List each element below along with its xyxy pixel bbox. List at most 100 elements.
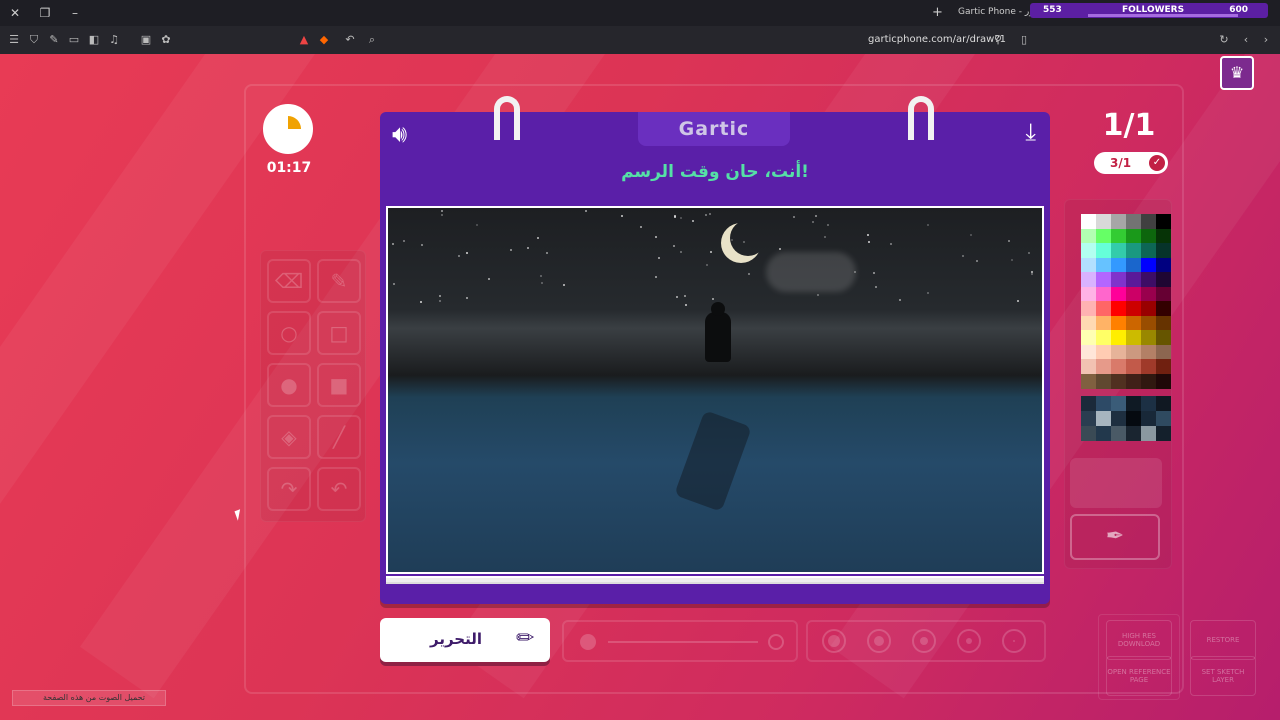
download-icon[interactable]: ⤓ [1025,118,1036,146]
brush-size-1[interactable] [1002,629,1026,653]
tabs-icon[interactable]: ▭ [66,32,82,48]
pin-icon[interactable]: ✎ [46,32,62,48]
color-swatch[interactable] [1096,286,1111,302]
color-swatch[interactable] [1081,272,1096,287]
recent-color-swatch[interactable] [1111,396,1126,411]
color-swatch[interactable] [1096,301,1111,316]
color-swatch[interactable] [1126,330,1141,345]
extension-icon[interactable]: ✿ [158,32,174,48]
color-swatch[interactable] [1126,228,1141,244]
recent-color-swatch[interactable] [1111,426,1126,441]
color-swatch[interactable] [1111,344,1126,360]
back-icon[interactable]: ‹ [1238,32,1254,48]
color-swatch[interactable] [1096,344,1111,360]
address-bar[interactable]: garticphone.com/ar/draw?1 [868,34,1006,45]
recent-color-swatch[interactable] [1126,426,1141,441]
color-swatch[interactable] [1141,214,1156,229]
color-swatch[interactable] [1141,344,1156,360]
recent-color-swatch[interactable] [1096,396,1111,411]
brush-size-3[interactable] [912,629,936,653]
brave-icon[interactable]: ◆ [316,32,332,48]
pencil-tool-icon[interactable]: ✎ [317,259,361,303]
color-swatch[interactable] [1111,286,1126,302]
color-swatch[interactable] [1081,301,1096,316]
done-button[interactable]: التحرير ✏︎ [380,618,550,662]
color-swatch[interactable] [1156,330,1171,345]
color-swatch[interactable] [1141,257,1156,273]
recent-color-swatch[interactable] [1156,426,1171,441]
ellipse-fill-tool-icon[interactable]: ● [267,363,311,407]
color-swatch[interactable] [1111,272,1126,287]
opacity-track[interactable] [608,641,758,643]
color-swatch[interactable] [1126,301,1141,316]
restore-button[interactable]: RESTORE [1190,620,1256,660]
undo-icon[interactable]: ↶ [342,32,358,48]
color-swatch[interactable] [1081,344,1096,360]
color-swatch[interactable] [1156,272,1171,287]
new-tab-icon[interactable]: + [932,5,943,20]
eyedropper-icon[interactable]: ✒ [1070,514,1160,560]
color-swatch[interactable] [1156,373,1171,389]
color-swatch[interactable] [1126,214,1141,229]
color-swatch[interactable] [1141,373,1156,389]
recent-color-swatch[interactable] [1126,396,1141,411]
color-swatch[interactable] [1126,315,1141,331]
bucket-tool-icon[interactable]: ◈ [267,415,311,459]
recent-color-swatch[interactable] [1141,411,1156,426]
recent-color-swatch[interactable] [1141,396,1156,411]
color-swatch[interactable] [1141,315,1156,331]
recent-color-swatch[interactable] [1156,411,1171,426]
brush-size-4[interactable] [867,629,891,653]
minimize-icon[interactable]: – [66,4,84,22]
recent-color-swatch[interactable] [1111,411,1126,426]
music-icon[interactable]: ♫ [106,32,122,48]
color-swatch[interactable] [1141,228,1156,244]
screenshot-icon[interactable]: ▣ [138,32,154,48]
color-swatch[interactable] [1111,373,1126,389]
reload-icon[interactable]: ↻ [1216,32,1232,48]
color-swatch[interactable] [1141,330,1156,345]
color-swatch[interactable] [1111,301,1126,316]
trophy-icon[interactable]: ♛ [1220,56,1254,90]
color-swatch[interactable] [1096,359,1111,374]
color-swatch[interactable] [1126,359,1141,374]
color-swatch[interactable] [1126,272,1141,287]
sidebar-icon[interactable]: ◧ [86,32,102,48]
brush-size-2[interactable] [957,629,981,653]
recent-color-swatch[interactable] [1081,411,1096,426]
color-swatch[interactable] [1081,286,1096,302]
color-swatch[interactable] [1096,228,1111,244]
undo-tool-icon[interactable]: ↶ [317,467,361,511]
set-sketch-layer-button[interactable]: SET SKETCH LAYER [1190,656,1256,696]
open-reference-button[interactable]: OPEN REFERENCE PAGE [1106,656,1172,696]
color-swatch[interactable] [1096,257,1111,273]
line-tool-icon[interactable]: ╱ [317,415,361,459]
color-swatch[interactable] [1156,301,1171,316]
color-swatch[interactable] [1156,286,1171,302]
color-swatch[interactable] [1111,359,1126,374]
color-swatch[interactable] [1126,257,1141,273]
color-swatch[interactable] [1096,330,1111,345]
color-swatch[interactable] [1096,214,1111,229]
color-swatch[interactable] [1156,344,1171,360]
eraser-tool-icon[interactable]: ⌫ [267,259,311,303]
color-swatch[interactable] [1141,272,1156,287]
recent-color-swatch[interactable] [1141,426,1156,441]
opacity-slider[interactable] [562,620,798,662]
color-swatch[interactable] [1096,243,1111,258]
color-swatch[interactable] [1126,344,1141,360]
color-swatch[interactable] [1156,228,1171,244]
color-swatch[interactable] [1111,243,1126,258]
color-swatch[interactable] [1096,315,1111,331]
color-swatch[interactable] [1111,330,1126,345]
recent-color-swatch[interactable] [1096,411,1111,426]
color-swatch[interactable] [1081,228,1096,244]
color-swatch[interactable] [1156,315,1171,331]
color-swatch[interactable] [1156,214,1171,229]
color-swatch[interactable] [1111,257,1126,273]
color-swatch[interactable] [1141,243,1156,258]
color-swatch[interactable] [1141,286,1156,302]
bookmark-icon[interactable]: ▯ [1016,32,1032,48]
close-icon[interactable]: ✕ [6,4,24,22]
rect-fill-tool-icon[interactable]: ■ [317,363,361,407]
